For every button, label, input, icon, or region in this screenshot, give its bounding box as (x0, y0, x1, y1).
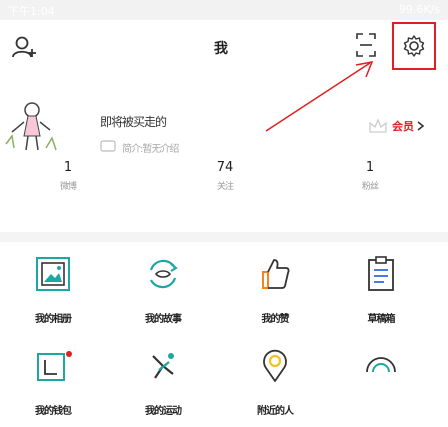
stat-value: 1 (63, 160, 73, 175)
stat-followers[interactable]: 1 粉丝 (340, 160, 400, 192)
grid-item-label: 我的相册 (35, 314, 72, 325)
location-icon (263, 349, 287, 382)
wallet-icon (37, 351, 72, 381)
section-divider (0, 232, 448, 242)
grid-item-label: 我的赞 (261, 314, 290, 325)
status-time: 下午1:04 (8, 5, 55, 18)
grid-item-label: 草稿箱 (367, 314, 396, 325)
stat-label: 关注 (216, 182, 234, 192)
stat-value: 74 (216, 160, 234, 175)
page-title: 我 (214, 41, 228, 57)
arch-icon (366, 357, 396, 373)
story-icon (149, 259, 178, 289)
avatar-illustration-icon (5, 102, 57, 151)
stat-label: 粉丝 (361, 182, 379, 192)
grid-item-drafts[interactable]: 草稿箱 (336, 252, 426, 328)
photo-album-icon (36, 257, 70, 291)
status-network: 99.6K/s (398, 3, 440, 16)
grid-item-exercise[interactable]: 我的运动 (118, 344, 208, 420)
stat-label: 微博 (59, 182, 77, 192)
avatar[interactable] (4, 96, 60, 156)
add-friend-button[interactable] (10, 32, 40, 62)
add-friend-icon (12, 36, 36, 58)
stat-weibo[interactable]: 1 微博 (38, 160, 98, 192)
crown-icon (369, 118, 387, 133)
status-bar (0, 0, 448, 20)
grid-item-label: 我的钱包 (35, 406, 72, 417)
grid-item-story[interactable]: 我的故事 (118, 252, 208, 328)
bio-icon (100, 138, 118, 152)
exercise-icon (152, 353, 174, 379)
grid-item-label: 附近的人 (257, 406, 294, 417)
thumbs-up-icon (262, 259, 290, 289)
grid-item-likes[interactable]: 我的赞 (230, 252, 320, 328)
grid-item-nearby[interactable]: 附近的人 (230, 344, 320, 420)
member-badge-text: 会员 (392, 120, 414, 133)
grid-item-album[interactable]: 我的相册 (8, 252, 98, 328)
stat-following[interactable]: 74 关注 (195, 160, 255, 192)
grid-item-wallet[interactable]: 我的钱包 (8, 344, 98, 420)
grid-item-label: 我的故事 (145, 314, 182, 325)
grid-item-label: 我的运动 (145, 406, 182, 417)
grid-item-more[interactable] (336, 344, 426, 420)
drafts-icon (368, 256, 394, 291)
member-badge[interactable]: 会员 (368, 116, 442, 136)
profile-name[interactable]: 即将被买走的 (100, 113, 167, 130)
chevron-right-icon (417, 121, 425, 131)
stat-value: 1 (365, 160, 375, 175)
profile-bio: 简介:暂无介绍 (122, 144, 179, 155)
